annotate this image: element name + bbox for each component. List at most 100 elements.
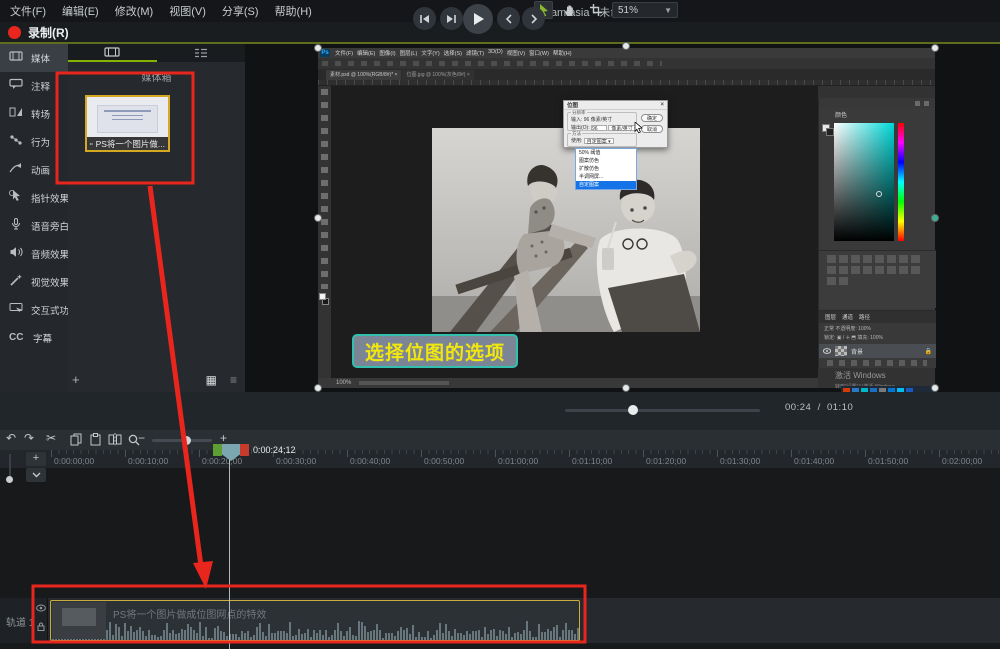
seek-knob[interactable]: [628, 405, 638, 415]
menu-item[interactable]: 分享(S): [222, 3, 259, 19]
callout-caption[interactable]: 选择位图的选项: [352, 334, 518, 368]
menu-item[interactable]: 帮助(H): [275, 3, 312, 19]
collapse-tracks-button[interactable]: [26, 468, 46, 482]
ps-menu-item[interactable]: 图像(I): [379, 49, 395, 57]
menu-item[interactable]: 编辑(E): [62, 3, 99, 19]
ps-document-tab[interactable]: 素材.psd @ 100%(RGB/8#)* ×: [326, 70, 401, 80]
ps-dropdown-option[interactable]: 图案仿色: [576, 157, 636, 165]
track-height-knob[interactable]: [6, 476, 13, 483]
undo-button[interactable]: ↶: [6, 431, 16, 445]
ps-dropdown-option[interactable]: 扩散仿色: [576, 165, 636, 173]
ps-output-field[interactable]: 96: [591, 125, 607, 131]
ps-dropdown-option[interactable]: 半调网屏...: [576, 173, 636, 181]
media-panel-tabs: [68, 44, 245, 62]
cut-button[interactable]: ✂: [46, 431, 56, 445]
split-icon[interactable]: [108, 433, 122, 446]
record-icon[interactable]: [8, 26, 21, 39]
photoshop-screenshot[interactable]: Ps 文件(F)编辑(E)图像(I)图层(L)文字(Y)选择(S)滤镜(T)3D…: [318, 48, 935, 388]
next-clip-button[interactable]: [522, 7, 545, 30]
sidebar-item-animation[interactable]: 动画: [0, 156, 68, 184]
redo-button[interactable]: ↷: [24, 431, 34, 445]
ps-menu-item[interactable]: 选择(S): [444, 49, 462, 57]
ps-menu-item[interactable]: 图层(L): [400, 49, 418, 57]
zoom-out-button[interactable]: −: [138, 431, 145, 445]
step-forward-button[interactable]: [440, 7, 463, 30]
ps-layers-tab[interactable]: 通道: [842, 313, 853, 321]
grid-view-icon[interactable]: ▦: [206, 373, 217, 387]
ps-menu-item[interactable]: 文件(F): [335, 49, 353, 57]
step-back-icon: [419, 14, 430, 24]
crop-tool-button[interactable]: [586, 1, 605, 19]
seek-slider[interactable]: [565, 409, 760, 412]
ps-menu-item[interactable]: 3D(D): [488, 49, 503, 57]
ps-menu-item[interactable]: 帮助(H): [553, 49, 572, 57]
sidebar-item-interactive[interactable]: 交互式功能: [0, 296, 68, 324]
play-button[interactable]: [463, 4, 493, 34]
ps-dropdown-option[interactable]: 自定图案: [576, 181, 636, 189]
selection-handle-top-middle[interactable]: [622, 42, 630, 50]
media-thumbnail[interactable]: PS将一个图片做...: [85, 95, 170, 152]
sidebar-item-visual[interactable]: 视觉效果: [0, 268, 68, 296]
selection-handle-top-left[interactable]: [314, 44, 322, 52]
timeline-clip[interactable]: PS将一个图片做成位图网点的特效: [50, 600, 580, 641]
ps-dropdown-option[interactable]: 50% 阈值: [576, 149, 636, 157]
ps-layers-tab[interactable]: 路径: [859, 313, 870, 321]
selection-handle-bottom-left[interactable]: [314, 384, 322, 392]
ps-menu-item[interactable]: 窗口(W): [529, 49, 549, 57]
timeline-zoom-slider[interactable]: [152, 439, 212, 442]
ps-color-swatches: [822, 124, 834, 136]
ps-layer-row[interactable]: 背景 🔒: [819, 344, 936, 358]
timeline-zoom-knob[interactable]: [182, 436, 191, 445]
ps-bitmap-dialog[interactable]: 位图 × 分辨率 输入: 96 像素/英寸 输出(O): 96 像素/英寸 ▾ …: [563, 100, 668, 148]
ps-layers-tab[interactable]: 图层: [825, 313, 836, 321]
sidebar-item-voice[interactable]: 语音旁白: [0, 212, 68, 240]
previous-clip-button[interactable]: [497, 7, 520, 30]
playhead-in-marker[interactable]: [213, 444, 222, 456]
record-button[interactable]: 录制(R): [28, 24, 69, 41]
sidebar-item-media[interactable]: 媒体: [0, 44, 68, 72]
ps-color-panel-title: 颜色: [819, 108, 935, 120]
ok-button[interactable]: 确定: [641, 114, 663, 122]
copy-icon[interactable]: [70, 433, 82, 446]
ps-menu-item[interactable]: 文字(Y): [421, 49, 439, 57]
playhead-line[interactable]: [229, 456, 230, 649]
timeline-body[interactable]: PS将一个图片做成位图网点的特效 轨道 1: [0, 468, 1000, 649]
ps-method-dropdown[interactable]: 50% 阈值图案仿色扩散仿色半调网屏...自定图案: [575, 148, 637, 190]
sidebar-item-cursor[interactable]: 指针效果: [0, 184, 68, 212]
timeline-ruler[interactable]: 0:00:00;000:00:10;000:00:20;000:00:30;00…: [0, 450, 1000, 468]
media-thumbnail-image: [97, 105, 158, 133]
add-media-button[interactable]: +: [72, 372, 80, 387]
tab-clip-bin[interactable]: [68, 44, 157, 62]
ps-document-tab[interactable]: 位图.jpg @ 100%(灰色/8#) ×: [402, 70, 473, 80]
selection-handle-top-right[interactable]: [931, 44, 939, 52]
eye-icon[interactable]: [36, 604, 46, 612]
menu-item[interactable]: 文件(F): [10, 3, 46, 19]
sidebar-item-behavior[interactable]: 行为: [0, 128, 68, 156]
menu-item[interactable]: 视图(V): [169, 3, 206, 19]
canvas-zoom-select[interactable]: 51% ▼: [612, 2, 678, 18]
ps-menu-item[interactable]: 视图(V): [507, 49, 525, 57]
sidebar-item-transition[interactable]: 转场: [0, 100, 68, 128]
sidebar-item-cc[interactable]: CC字幕: [0, 324, 68, 352]
playhead-out-marker[interactable]: [240, 444, 249, 456]
list-view-icon[interactable]: ≡: [230, 373, 237, 387]
selection-handle-bottom-right[interactable]: [931, 384, 939, 392]
lock-icon[interactable]: [37, 622, 45, 631]
add-track-button[interactable]: +: [26, 452, 46, 466]
zoom-in-button[interactable]: +: [220, 431, 227, 445]
ps-menu-item[interactable]: 滤镜(T): [466, 49, 484, 57]
pan-tool-button[interactable]: [560, 1, 579, 19]
menu-item[interactable]: 修改(M): [115, 3, 154, 19]
tab-library[interactable]: [157, 44, 246, 62]
close-icon[interactable]: ×: [660, 102, 664, 108]
sidebar-item-callout[interactable]: 注释: [0, 72, 68, 100]
paste-icon[interactable]: [90, 433, 101, 446]
selection-handle-middle-left[interactable]: [314, 214, 322, 222]
ps-use-select[interactable]: 自定图案 ▾: [584, 138, 614, 144]
selection-handle-bottom-middle[interactable]: [622, 384, 630, 392]
ps-menu-item[interactable]: 编辑(E): [357, 49, 375, 57]
step-back-button[interactable]: [413, 7, 436, 30]
selection-handle-middle-right[interactable]: [931, 214, 939, 222]
cancel-button[interactable]: 取消: [641, 125, 663, 133]
sidebar-item-audio[interactable]: 音频效果: [0, 240, 68, 268]
